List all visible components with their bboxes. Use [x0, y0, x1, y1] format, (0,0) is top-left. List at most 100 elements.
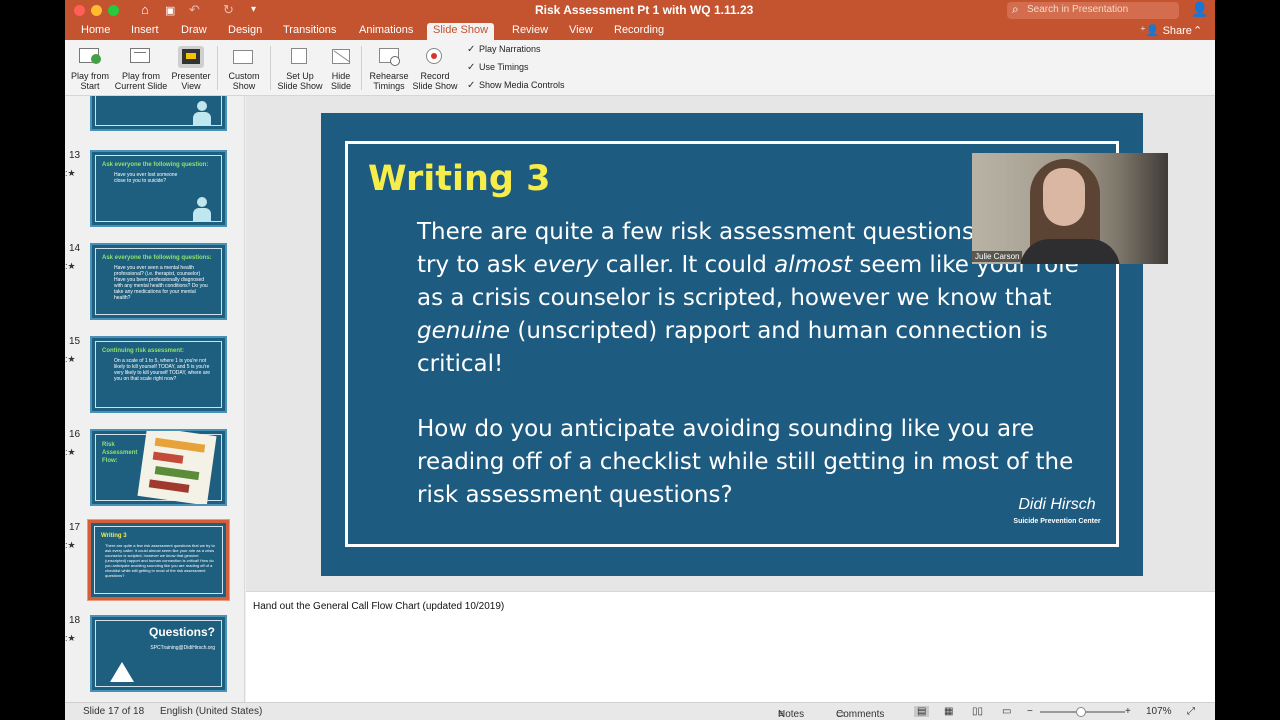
tab-recording[interactable]: Recording [608, 23, 670, 37]
thumbnail-text: Have you ever lost someone close to you … [114, 172, 178, 184]
setup-slide-show-button[interactable]: Set Up Slide Show [275, 46, 325, 91]
rehearse-timings-button[interactable]: Rehearse Timings [367, 46, 411, 91]
thumbnail-text: Have you ever seen a mental health profe… [114, 265, 208, 301]
slide-thumbnail-17-selected[interactable]: Writing 3 There are quite a few risk ass… [87, 519, 230, 601]
show-media-controls-checkbox[interactable]: ✓ Show Media Controls [467, 80, 565, 91]
slide-thumbnail-12[interactable] [90, 96, 227, 131]
notes-label: Notes [778, 709, 805, 720]
tab-view[interactable]: View [563, 23, 599, 37]
search-input[interactable]: ⌕ Search in Presentation [1007, 2, 1179, 19]
slide-number: 18 [69, 615, 81, 626]
zoom-level[interactable]: 107% [1146, 706, 1172, 717]
status-bar: Slide 17 of 18 English (United States) ≡… [65, 702, 1215, 720]
setup-slide-show-icon [287, 46, 313, 68]
minimize-window-button[interactable] [91, 5, 102, 16]
play-from-current-icon [128, 46, 154, 68]
customize-toolbar-icon[interactable]: ▾ [251, 4, 256, 15]
share-button[interactable]: ⁺👤 Share [1140, 24, 1192, 37]
slide-paragraph-2[interactable]: How do you anticipate avoiding sounding … [417, 413, 1097, 512]
tab-insert[interactable]: Insert [125, 23, 165, 37]
slide-number: 17 [69, 522, 81, 533]
collapse-ribbon-icon[interactable]: ⌃ [1193, 24, 1202, 37]
video-call-overlay: Julie Carson [972, 153, 1168, 264]
slide-thumbnail-15[interactable]: Continuing risk assessment: On a scale o… [90, 336, 227, 413]
slide-title[interactable]: Writing 3 [368, 159, 551, 199]
close-window-button[interactable] [74, 5, 85, 16]
checkmark-icon: ✓ [467, 44, 476, 55]
normal-view-icon[interactable]: ▤ [914, 706, 930, 717]
comments-label: Comments [836, 709, 885, 720]
redo-icon[interactable]: ↻ [223, 2, 234, 18]
logo-name: Didi Hirsch [1018, 496, 1096, 513]
slide-thumbnail-14[interactable]: Ask everyone the following questions: Ha… [90, 243, 227, 320]
play-from-start-icon [77, 46, 103, 68]
tab-home[interactable]: Home [75, 23, 116, 37]
maximize-window-button[interactable] [108, 5, 119, 16]
tab-design[interactable]: Design [222, 23, 268, 37]
custom-show-icon [231, 46, 257, 68]
animation-star-icon: :★ [65, 168, 76, 178]
play-from-start-button[interactable]: Play from Start [69, 46, 111, 91]
custom-show-button[interactable]: Custom Show [223, 46, 265, 91]
presenter-view-button[interactable]: Presenter View [171, 46, 211, 91]
play-narrations-label: Play Narrations [479, 44, 541, 54]
slide-thumbnail-13[interactable]: Ask everyone the following question: Hav… [90, 150, 227, 227]
powerpoint-window: ⌂ ▣ ↶ ↻ ▾ Risk Assessment Pt 1 with WQ 1… [65, 0, 1215, 720]
document-title: Risk Assessment Pt 1 with WQ 1.11.23 [535, 3, 754, 17]
play-from-current-button[interactable]: Play from Current Slide [113, 46, 169, 91]
speaker-notes-text[interactable]: Hand out the General Call Flow Chart (up… [253, 601, 504, 612]
use-timings-label: Use Timings [479, 62, 529, 72]
use-timings-checkbox[interactable]: ✓ Use Timings [467, 62, 529, 73]
tab-transitions[interactable]: Transitions [277, 23, 342, 37]
animation-star-icon: :★ [65, 633, 76, 643]
undo-icon[interactable]: ↶ [189, 2, 200, 18]
ribbon-tabs: Home Insert Draw Design Transitions Anim… [65, 21, 1215, 40]
slide-thumbnail-16[interactable]: Risk Assessment Flow: [90, 429, 227, 506]
didi-hirsch-logo: Didi Hirsch Suicide Prevention Center [1007, 496, 1107, 525]
thumbnail-title: Continuing risk assessment: [102, 348, 185, 354]
slide-thumbnail-pane[interactable]: 13 :★ Ask everyone the following questio… [65, 96, 245, 702]
search-icon: ⌕ [1012, 2, 1019, 16]
person-question-icon [191, 197, 213, 221]
animation-star-icon: :★ [65, 261, 76, 271]
hide-slide-label: Hide Slide [330, 71, 351, 91]
tab-slide-show[interactable]: Slide Show [427, 23, 495, 40]
thumbnail-title: Questions? [148, 625, 215, 639]
reading-view-icon[interactable]: ▯▯ [972, 706, 983, 717]
save-icon[interactable]: ▣ [165, 4, 175, 17]
record-slide-show-button[interactable]: Record Slide Show [411, 46, 459, 91]
slideshow-view-icon[interactable]: ▭ [1002, 706, 1011, 717]
hide-slide-button[interactable]: Hide Slide [327, 46, 355, 91]
person-icon [191, 101, 213, 125]
participant-name: Julie Carson [972, 251, 1023, 262]
home-icon[interactable]: ⌂ [141, 2, 149, 17]
thumbnail-text: On a scale of 1 to 5, where 1 is you're … [114, 358, 211, 382]
zoom-in-button[interactable]: + [1125, 706, 1131, 717]
thumbnail-title: Ask everyone the following questions: [102, 255, 212, 261]
animation-star-icon: :★ [65, 447, 76, 457]
slide-sorter-icon[interactable]: ▦ [944, 706, 953, 717]
record-slide-show-icon [422, 46, 448, 68]
presenter-view-label: Presenter View [171, 71, 211, 91]
zoom-slider[interactable] [1040, 707, 1125, 717]
share-label: Share [1162, 25, 1192, 37]
tab-review[interactable]: Review [506, 23, 554, 37]
tab-draw[interactable]: Draw [175, 23, 213, 37]
setup-slide-show-label: Set Up Slide Show [277, 71, 323, 91]
play-from-current-label: Play from Current Slide [114, 71, 168, 91]
account-icon[interactable]: 👤 [1191, 1, 1208, 18]
zoom-out-button[interactable]: − [1027, 706, 1033, 717]
language-indicator[interactable]: English (United States) [160, 706, 262, 717]
fit-to-window-icon[interactable]: ⤢ [1187, 706, 1195, 717]
ribbon-divider [361, 46, 362, 90]
slide-thumbnail-18[interactable]: Questions? SPCTraining@DidiHirsch.org [90, 615, 227, 692]
thumbnail-text: There are quite a few risk assessment qu… [105, 543, 215, 578]
presenter-view-icon [178, 46, 204, 68]
checkmark-icon: ✓ [467, 80, 476, 91]
text-run: caller. It could [598, 252, 775, 278]
zoom-slider-thumb[interactable] [1076, 707, 1086, 717]
tab-animations[interactable]: Animations [353, 23, 419, 37]
speaker-notes-pane[interactable]: Hand out the General Call Flow Chart (up… [246, 591, 1215, 702]
play-narrations-checkbox[interactable]: ✓ Play Narrations [467, 44, 541, 55]
ribbon-divider [217, 46, 218, 90]
